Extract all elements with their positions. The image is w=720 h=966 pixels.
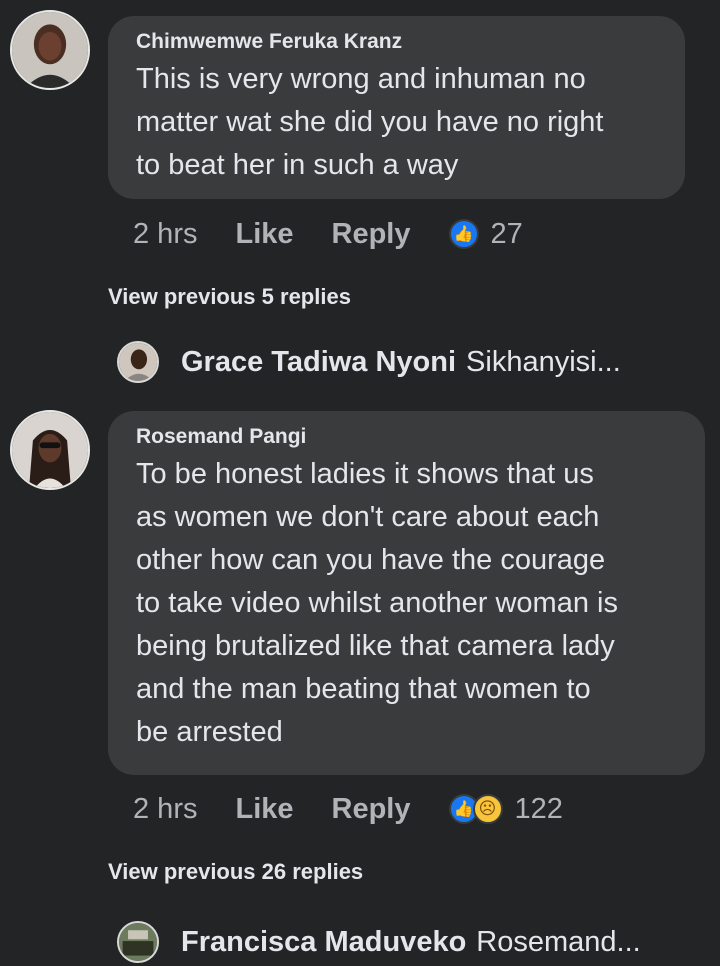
reaction-count[interactable]: 122 [515, 793, 563, 826]
avatar-francisca[interactable] [117, 921, 159, 963]
comment-time[interactable]: 2 hrs [133, 793, 197, 826]
like-button[interactable]: Like [235, 793, 293, 826]
reply-button[interactable]: Reply [332, 793, 411, 826]
comment-author[interactable]: Chimwemwe Feruka Kranz [136, 30, 657, 54]
like-icon[interactable]: 👍 [448, 219, 479, 249]
comment-time[interactable]: 2 hrs [133, 218, 197, 251]
avatar-chimwemwe[interactable] [10, 10, 90, 90]
view-previous-replies[interactable]: View previous 26 replies [108, 859, 363, 885]
sad-icon[interactable]: ☹ [472, 794, 503, 824]
reply-button[interactable]: Reply [332, 218, 411, 251]
reply-snippet: Sikhanyisi... [466, 345, 621, 378]
like-button[interactable]: Like [235, 218, 293, 251]
comment-actions: 2 hrs Like Reply 👍 27 [133, 214, 523, 254]
profile-photo-icon [12, 412, 88, 488]
comment-author[interactable]: Rosemand Pangi [136, 425, 677, 449]
profile-photo-icon [119, 343, 157, 381]
avatar-grace[interactable] [117, 341, 159, 383]
latest-reply-preview[interactable]: Grace Tadiwa Nyoni Sikhanyisi... [117, 338, 621, 386]
profile-photo-icon [12, 12, 88, 88]
comment-text: To be honest ladies it shows that us as … [136, 458, 618, 748]
latest-reply-preview[interactable]: Francisca Maduveko Rosemand... [117, 918, 641, 966]
avatar-rosemand[interactable] [10, 410, 90, 490]
comment-bubble[interactable]: Rosemand Pangi To be honest ladies it sh… [108, 411, 705, 775]
comment-text: This is very wrong and inhuman no matter… [136, 63, 604, 181]
reaction-count[interactable]: 27 [491, 218, 523, 251]
view-previous-replies[interactable]: View previous 5 replies [108, 284, 351, 310]
reply-author[interactable]: Grace Tadiwa Nyoni [181, 346, 456, 379]
profile-photo-icon [119, 923, 157, 961]
comment-bubble[interactable]: Chimwemwe Feruka Kranz This is very wron… [108, 16, 685, 199]
comment-actions: 2 hrs Like Reply 👍 ☹ 122 [133, 789, 563, 829]
